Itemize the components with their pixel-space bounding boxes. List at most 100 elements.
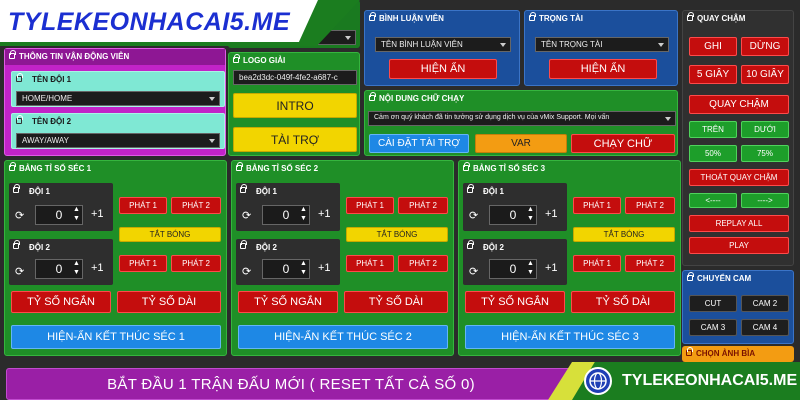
team2-plus-button[interactable]: +1 <box>318 262 331 274</box>
serve2-button[interactable]: PHÁT 2 <box>625 255 675 272</box>
set-panel-3: BẢNG TỈ SỐ SÉC 3 ĐỘI 1 ⟳ 0 ▲ ▼ +1 PHÁT 1 … <box>458 160 681 356</box>
stepper-icon[interactable]: ▲ ▼ <box>73 205 80 223</box>
top-position-button[interactable]: TRÊN <box>689 121 737 138</box>
sponsor-setup-button[interactable]: CÀI ĐẶT TÀI TRỢ <box>369 134 469 153</box>
commentator-select[interactable]: TÊN BÌNH LUẬN VIÊN <box>375 37 511 52</box>
slowmo-button[interactable]: QUAY CHẬM <box>689 95 789 114</box>
cover-panel[interactable]: CHỌN ẢNH BÌA <box>682 346 794 362</box>
serve1-button[interactable]: PHÁT 1 <box>119 197 167 214</box>
var-button[interactable]: VAR <box>475 134 567 153</box>
new-match-bar[interactable]: BẮT ĐẦU 1 TRẬN ĐẤU MỚI ( RESET TẤT CẢ SỐ… <box>6 368 576 400</box>
toggle-set-end-button[interactable]: HIỆN-ẨN KẾT THÚC SÉC 2 <box>238 325 448 349</box>
team2-score-value: 0 <box>282 262 290 276</box>
short-score-button[interactable]: TỶ SỐ NGẮN <box>238 291 338 313</box>
cover-header: CHỌN ẢNH BÌA <box>682 346 794 362</box>
reset-icon[interactable]: ⟳ <box>15 209 24 222</box>
team2-label: TÊN ĐỘI 2 <box>32 117 72 126</box>
reset-icon[interactable]: ⟳ <box>242 265 251 278</box>
referee-select[interactable]: TÊN TRỌNG TÀI <box>535 37 669 52</box>
mute-ball-button[interactable]: TẮT BÓNG <box>346 227 448 242</box>
serve1-button[interactable]: PHÁT 1 <box>346 197 394 214</box>
lock-icon <box>13 184 20 193</box>
long-score-button[interactable]: TỶ SỐ DÀI <box>117 291 221 313</box>
serve2-button[interactable]: PHÁT 2 <box>625 197 675 214</box>
team2-plus-button[interactable]: +1 <box>91 262 104 274</box>
lock-icon <box>369 12 376 21</box>
replay-all-button[interactable]: REPLAY ALL <box>689 215 789 232</box>
reset-icon[interactable]: ⟳ <box>469 209 478 222</box>
team1-plus-button[interactable]: +1 <box>91 208 104 220</box>
team2-plus-button[interactable]: +1 <box>545 262 558 274</box>
sponsor-button[interactable]: TÀI TRỢ <box>233 127 357 152</box>
mute-ball-button[interactable]: TẮT BÓNG <box>573 227 675 242</box>
serve2-button[interactable]: PHÁT 2 <box>398 255 448 272</box>
players-panel: THÔNG TIN VẬN ĐỘNG VIÊN TÊN ĐỘI 1 HOME/H… <box>4 48 226 156</box>
reset-icon[interactable]: ⟳ <box>242 209 251 222</box>
run-ticker-button[interactable]: CHẠY CHỮ <box>571 134 675 153</box>
cam3-button[interactable]: CAM 3 <box>689 319 737 336</box>
stepper-icon[interactable]: ▲ ▼ <box>527 259 534 277</box>
bottom-position-button[interactable]: DƯỚI <box>741 121 789 138</box>
short-score-button[interactable]: TỶ SỐ NGẮN <box>11 291 111 313</box>
team1-select[interactable]: HOME/HOME <box>16 91 220 106</box>
cut-button[interactable]: CUT <box>689 295 737 312</box>
lock-icon <box>686 347 693 356</box>
mute-ball-button[interactable]: TẮT BÓNG <box>119 227 221 242</box>
serve1-button[interactable]: PHÁT 1 <box>573 255 621 272</box>
cover-title: CHỌN ẢNH BÌA <box>696 349 756 358</box>
cam4-button[interactable]: CAM 4 <box>741 319 789 336</box>
toggle-set-end-button[interactable]: HIỆN-ẨN KẾT THÚC SÉC 1 <box>11 325 221 349</box>
play-button[interactable]: PLAY <box>689 237 789 254</box>
set-title: BẢNG TỈ SỐ SÉC 3 <box>473 164 546 173</box>
speed-50-button[interactable]: 50% <box>689 145 737 162</box>
stepper-icon[interactable]: ▲ ▼ <box>73 259 80 277</box>
lock-icon <box>529 12 536 21</box>
team2-select[interactable]: AWAY/AWAY <box>16 133 220 148</box>
prev-button[interactable]: <---- <box>689 193 737 208</box>
serve2-button[interactable]: PHÁT 2 <box>171 255 221 272</box>
serve1-button[interactable]: PHÁT 1 <box>119 255 167 272</box>
commentator-toggle-button[interactable]: HIỆN ẨN <box>389 59 497 79</box>
slowmo-panel: QUAY CHẬM GHI DỪNG 5 GIÂY 10 GIÂY QUAY C… <box>682 10 794 266</box>
lock-icon <box>9 162 16 171</box>
lock-icon <box>467 184 474 193</box>
team1-plus-button[interactable]: +1 <box>318 208 331 220</box>
short-score-button[interactable]: TỶ SỐ NGẮN <box>465 291 565 313</box>
referee-toggle-button[interactable]: HIỆN ẨN <box>549 59 657 79</box>
stepper-icon[interactable]: ▲ ▼ <box>527 205 534 223</box>
cam2-button[interactable]: CAM 2 <box>741 295 789 312</box>
lock-icon <box>9 50 16 59</box>
lock-icon <box>13 240 20 249</box>
5s-button[interactable]: 5 GIÂY <box>689 65 737 84</box>
next-button[interactable]: ----> <box>741 193 789 208</box>
record-button[interactable]: GHI <box>689 37 737 56</box>
stepper-icon[interactable]: ▲ ▼ <box>300 205 307 223</box>
10s-button[interactable]: 10 GIÂY <box>741 65 789 84</box>
players-panel-header: THÔNG TIN VẬN ĐỘNG VIÊN <box>5 49 225 65</box>
chevron-down-icon <box>500 43 506 47</box>
set-header: BẢNG TỈ SỐ SÉC 3 <box>459 161 680 177</box>
commentator-select-value: TÊN BÌNH LUẬN VIÊN <box>381 40 463 49</box>
stop-button[interactable]: DỪNG <box>741 37 789 56</box>
exit-slowmo-button[interactable]: THOÁT QUAY CHẬM <box>689 169 789 186</box>
serve1-button[interactable]: PHÁT 1 <box>346 255 394 272</box>
logo-select[interactable]: bea2d3dc-049f-4fe2-a687-c <box>233 70 357 85</box>
stepper-icon[interactable]: ▲ ▼ <box>300 259 307 277</box>
speed-75-button[interactable]: 75% <box>741 145 789 162</box>
long-score-button[interactable]: TỶ SỐ DÀI <box>344 291 448 313</box>
intro-button[interactable]: INTRO <box>233 93 357 118</box>
lock-icon <box>467 240 474 249</box>
toggle-set-end-button[interactable]: HIỆN-ẨN KẾT THÚC SÉC 3 <box>465 325 675 349</box>
set-team1-box: ĐỘI 1 ⟳ 0 ▲ ▼ +1 <box>9 183 113 231</box>
ticker-text-field[interactable]: Cảm ơn quý khách đã tin tưởng sử dụng dị… <box>368 111 676 126</box>
long-score-button[interactable]: TỶ SỐ DÀI <box>571 291 675 313</box>
reset-icon[interactable]: ⟳ <box>469 265 478 278</box>
serve1-button[interactable]: PHÁT 1 <box>573 197 621 214</box>
serve2-button[interactable]: PHÁT 2 <box>398 197 448 214</box>
lock-icon <box>687 12 694 21</box>
serve2-button[interactable]: PHÁT 2 <box>171 197 221 214</box>
reset-icon[interactable]: ⟳ <box>15 265 24 278</box>
globe-icon-svg <box>589 372 607 390</box>
team1-plus-button[interactable]: +1 <box>545 208 558 220</box>
referee-select-value: TÊN TRỌNG TÀI <box>541 40 603 49</box>
